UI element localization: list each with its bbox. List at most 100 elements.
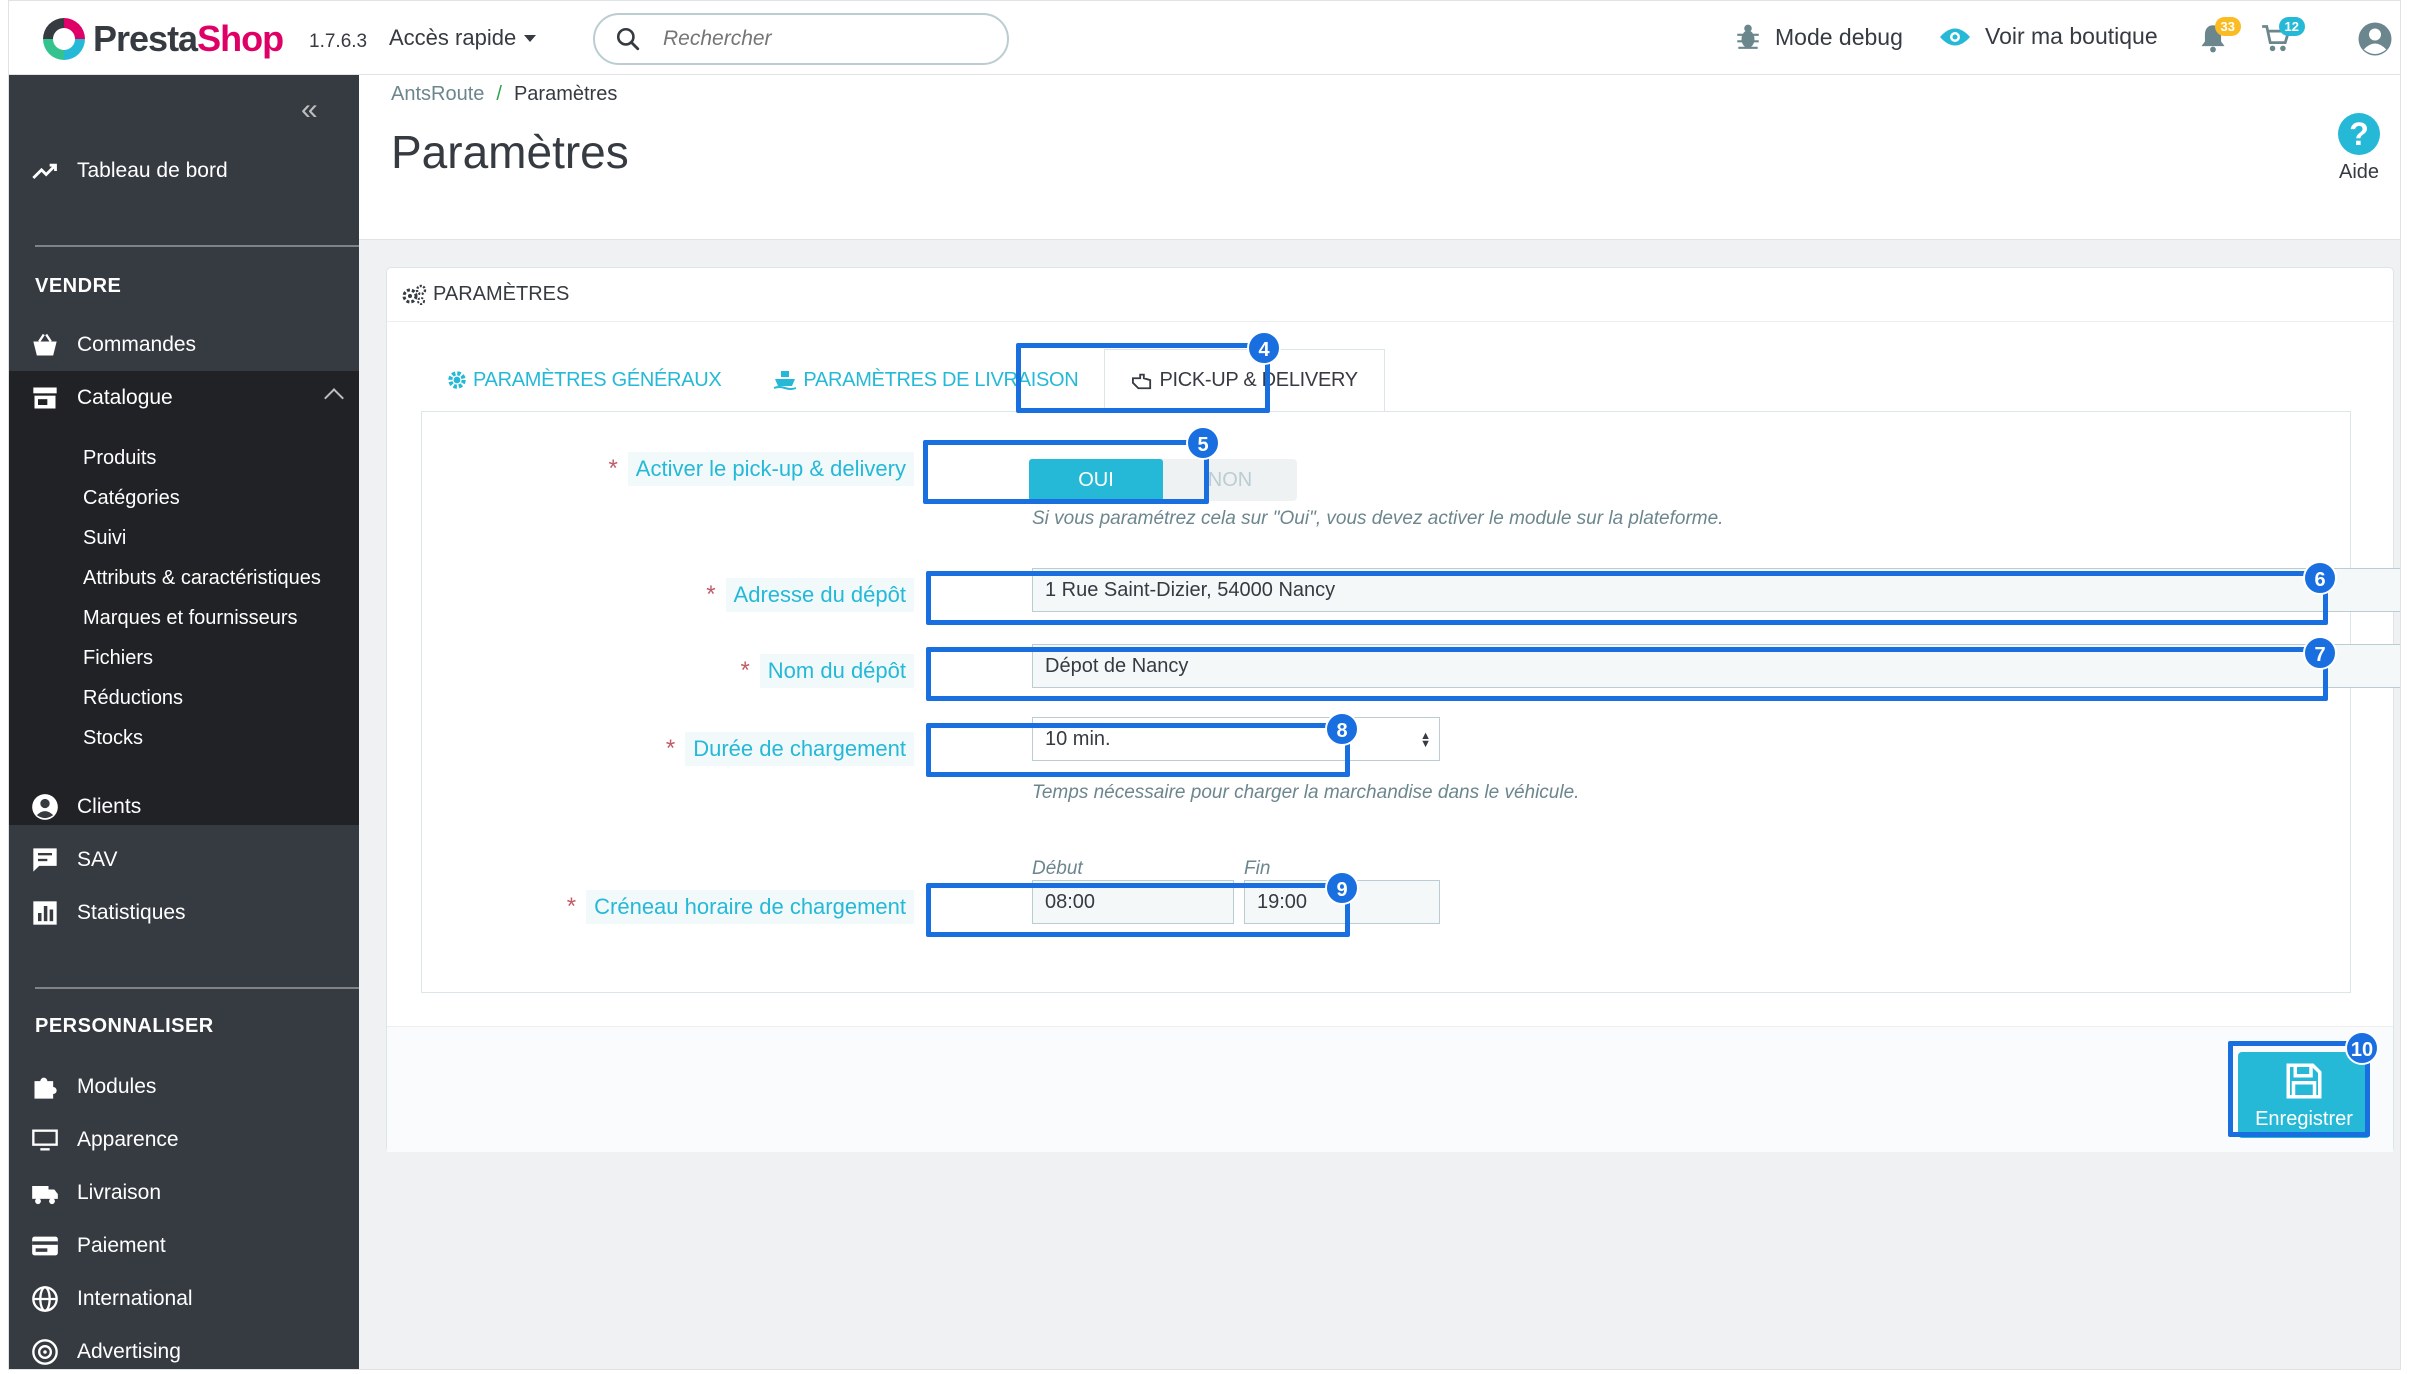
orders-badge: 12: [2278, 17, 2305, 36]
bar-chart-icon: [33, 901, 57, 925]
prestashop-logo-icon: [43, 18, 85, 60]
breadcrumb: AntsRoute / Paramètres: [391, 83, 617, 106]
catalogue-submenu: [9, 371, 359, 825]
loading-time-label-text: Durée de chargement: [685, 732, 914, 766]
annotation-badge: 4: [1247, 331, 1281, 365]
sidebar-item-customers[interactable]: Clients: [31, 787, 351, 827]
loading-time-label: * Durée de chargement: [666, 732, 914, 766]
sidebar-item-label: Apparence: [77, 1128, 179, 1151]
loading-time-help: Temps nécessaire pour charger la marchan…: [1032, 782, 1580, 803]
sidebar-item-modules[interactable]: Modules: [31, 1067, 351, 1107]
sidebar-subitem-brands[interactable]: Marques et fournisseurs: [83, 607, 298, 630]
required-marker: *: [665, 735, 676, 762]
sidebar-item-label: International: [77, 1287, 193, 1310]
sidebar-item-shipping[interactable]: Livraison: [31, 1173, 351, 1213]
sidebar-heading-sell: VENDRE: [35, 275, 122, 297]
sidebar-item-international[interactable]: International: [31, 1279, 351, 1319]
slot-start-label: Début: [1032, 858, 1083, 879]
sidebar-subitem-products[interactable]: Produits: [83, 447, 156, 470]
notifications-button[interactable]: 33: [2199, 17, 2241, 58]
sidebar-divider: [35, 987, 359, 989]
collapse-sidebar-icon[interactable]: «: [301, 93, 318, 127]
sidebar-subitem-categories[interactable]: Catégories: [83, 487, 180, 510]
truck-icon: [32, 1186, 58, 1205]
required-marker: *: [608, 455, 618, 482]
mode-debug-link[interactable]: Mode debug: [1735, 23, 1903, 51]
prestashop-logo[interactable]: PrestaShop: [43, 18, 284, 60]
annotation-badge: 6: [2303, 561, 2337, 595]
logo-text-shop: Shop: [197, 18, 284, 59]
quick-access-label: Accès rapide: [389, 25, 517, 50]
sidebar-item-support[interactable]: SAV: [31, 840, 351, 880]
user-avatar[interactable]: [2357, 21, 2393, 62]
sidebar-subitem-files[interactable]: Fichiers: [83, 647, 153, 670]
sidebar-item-label: Modules: [77, 1075, 157, 1098]
bug-icon: [1737, 24, 1759, 49]
user-circle-icon: [2358, 22, 2392, 56]
sidebar-item-label: Tableau de bord: [77, 159, 228, 182]
view-shop-link[interactable]: Voir ma boutique: [1939, 23, 2158, 50]
sidebar-subitem-attributes[interactable]: Attributs & caractéristiques: [83, 567, 321, 590]
orders-notifications-button[interactable]: 12: [2261, 17, 2305, 58]
annotation-box-depot-name: [926, 647, 2328, 701]
sidebar-subitem-discounts[interactable]: Réductions: [83, 687, 183, 710]
chat-icon: [33, 848, 57, 872]
question-icon: ?: [2338, 113, 2380, 155]
address-label: * Adresse du dépôt: [706, 578, 914, 612]
annotation-box-pickup-tab: [1016, 343, 1270, 413]
depot-name-label-text: Nom du dépôt: [759, 654, 914, 688]
sidebar-item-payment[interactable]: Paiement: [31, 1226, 351, 1266]
sidebar-subitem-tracking[interactable]: Suivi: [83, 527, 126, 550]
sidebar-divider: [35, 245, 359, 247]
sidebar-heading-customize: PERSONNALISER: [35, 1015, 214, 1037]
sidebar-item-advertising[interactable]: Advertising: [31, 1332, 351, 1369]
quick-access-dropdown[interactable]: Accès rapide: [389, 25, 537, 51]
required-marker: *: [740, 657, 750, 684]
notifications-badge: 33: [2214, 17, 2241, 36]
puzzle-icon: [34, 1077, 57, 1099]
tab-general-settings[interactable]: PARAMÈTRES GÉNÉRAUX: [421, 349, 747, 411]
sidebar-item-appearance[interactable]: Apparence: [31, 1120, 351, 1160]
search-input[interactable]: [663, 27, 983, 51]
gears-icon: [402, 284, 427, 305]
annotation-box-address: [926, 571, 2328, 625]
sidebar: « Tableau de bord VENDRE Commandes Catal…: [9, 75, 359, 1369]
annotation-box-loading-time: [926, 723, 1350, 777]
required-marker: *: [706, 581, 716, 608]
sidebar-subitem-stocks[interactable]: Stocks: [83, 727, 143, 750]
breadcrumb-parent[interactable]: AntsRoute: [391, 83, 484, 105]
address-label-text: Adresse du dépôt: [725, 578, 914, 612]
required-marker: *: [566, 893, 577, 920]
depot-name-label: * Nom du dépôt: [740, 654, 914, 688]
sidebar-item-label: Statistiques: [77, 901, 186, 924]
sidebar-item-dashboard[interactable]: Tableau de bord: [31, 151, 351, 191]
annotation-badge: 5: [1186, 426, 1220, 460]
sidebar-item-label: Clients: [77, 795, 142, 818]
help-button[interactable]: ? Aide: [2338, 113, 2380, 184]
annotation-badge: 9: [1325, 871, 1359, 905]
trending-up-icon: [32, 163, 57, 179]
sidebar-item-orders[interactable]: Commandes: [31, 325, 351, 365]
sidebar-item-label: Commandes: [77, 333, 197, 356]
annotation-box-loading-slot: [926, 883, 1350, 937]
version-label: 1.7.6.3: [309, 31, 368, 52]
page-title: Paramètres: [391, 126, 629, 178]
sidebar-item-label: Catalogue: [77, 386, 173, 409]
app-window: PrestaShop 1.7.6.3 Accès rapide Mode deb…: [8, 0, 2401, 1370]
target-icon: [32, 1339, 58, 1365]
slot-end-label: Fin: [1244, 858, 1271, 879]
annotation-badge: 8: [1325, 712, 1359, 746]
sidebar-item-catalogue[interactable]: Catalogue: [31, 378, 351, 418]
page-header: AntsRoute / Paramètres Paramètres ? Aide: [359, 75, 2400, 240]
mode-debug-label: Mode debug: [1775, 23, 1903, 50]
credit-card-icon: [32, 1236, 58, 1256]
user-circle-icon: [32, 794, 58, 820]
panel-heading-label: PARAMÈTRES: [433, 283, 570, 305]
search-icon: [616, 27, 640, 51]
caret-down-icon: [524, 34, 537, 42]
pickup-label-text: Activer le pick-up & delivery: [627, 452, 914, 486]
panel-heading: PARAMÈTRES: [387, 268, 2393, 322]
basket-icon: [33, 333, 57, 356]
search-box[interactable]: [593, 13, 1009, 65]
sidebar-item-stats[interactable]: Statistiques: [31, 893, 351, 933]
